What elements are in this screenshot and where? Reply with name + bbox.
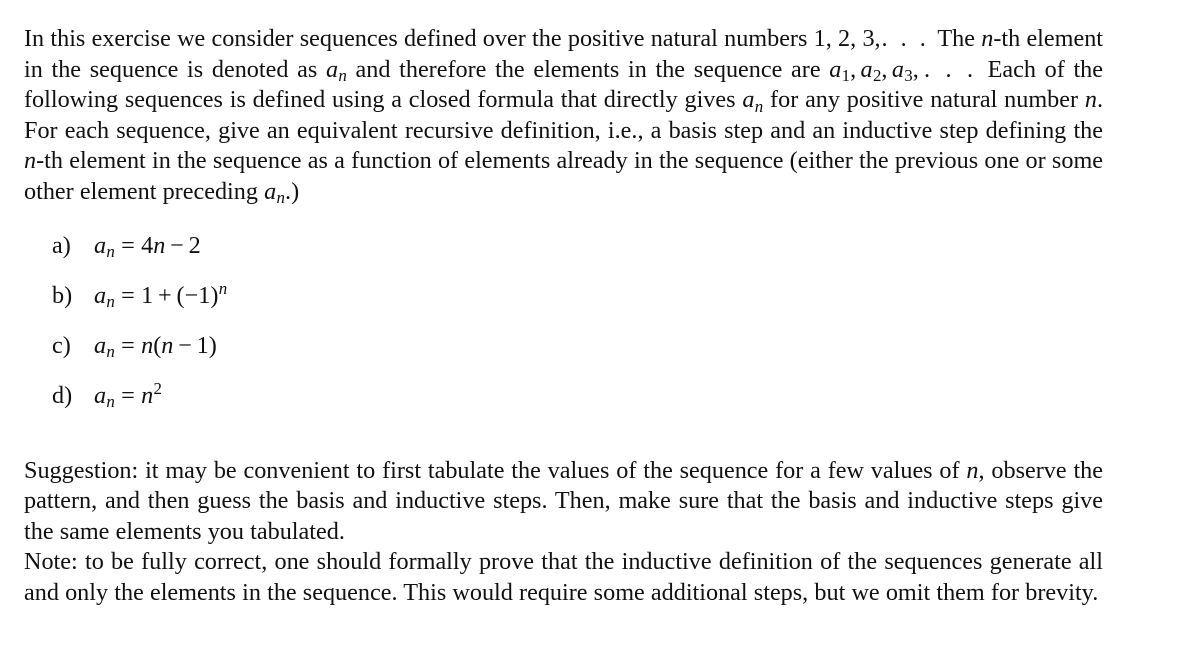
formula-d-lhs-sub: n: [106, 391, 115, 411]
comma-3: ,: [912, 55, 919, 83]
exercise-label-b: b): [52, 281, 73, 309]
formula-a-coefficient: 4: [141, 231, 154, 259]
formula-a-lhs-var: a: [94, 231, 107, 259]
intro-text-1: In this exercise we consider sequences d…: [24, 25, 814, 52]
suggestion-lead-text: Suggestion: it may be convenient to firs…: [24, 456, 967, 484]
exercise-item-a: a) an = 4n −2: [24, 231, 1103, 284]
formula-b-lhs-sub: n: [106, 291, 115, 311]
formula-c-lhs-sub: n: [106, 341, 115, 361]
exercise-label-c: c): [52, 331, 71, 359]
formula-b-exponent: n: [218, 278, 228, 298]
formula-d-lhs-var: a: [94, 381, 107, 409]
exercise-formula-b: an = 1 + (−1)n: [94, 280, 227, 311]
formula-c-close-paren: ): [208, 331, 217, 359]
subscript-n-1: n: [338, 65, 347, 85]
list-bottom-spacer: [24, 434, 1103, 456]
formula-b-open-paren: (: [176, 281, 185, 309]
formula-b-constant-one: 1: [141, 281, 154, 309]
formula-b-equals: =: [121, 281, 135, 309]
formula-c-inner-var: n: [161, 331, 174, 359]
subscript-1: 1: [841, 65, 851, 85]
variable-a-2: a: [829, 55, 842, 83]
natural-numbers-list: 1, 2, 3,: [813, 25, 881, 52]
variable-n-3: n: [24, 147, 37, 175]
formula-c-factor-var: n: [141, 331, 154, 359]
formula-b-minus: −: [184, 281, 199, 309]
exercise-item-c: c) an = n(n −1): [24, 331, 1103, 384]
comma-1: ,: [850, 55, 857, 83]
variable-n-2: n: [1084, 86, 1097, 114]
ellipsis-1: . . .: [881, 25, 930, 52]
variable-a-6: a: [264, 177, 277, 205]
intro-text-2: The: [931, 25, 982, 52]
formula-c-lhs-var: a: [94, 331, 107, 359]
exercise-label-d: d): [52, 381, 73, 409]
exercise-label-a: a): [52, 231, 71, 259]
intro-text-8: -th element in the sequence as a functio…: [24, 147, 1103, 205]
suggestion-variable-n: n: [966, 456, 979, 484]
formula-d-base-var: n: [141, 381, 154, 409]
ellipsis-2: . . .: [924, 55, 977, 83]
formula-b-close-paren: ): [210, 281, 219, 309]
formula-c-operator: −: [178, 331, 192, 359]
exercise-item-d: d) an = n2: [24, 380, 1103, 434]
formula-a-equals: =: [121, 231, 135, 259]
formula-d-exponent: 2: [153, 378, 162, 398]
formula-b-lhs-var: a: [94, 281, 107, 309]
exercise-item-b: b) an = 1 + (−1)n: [24, 280, 1103, 334]
variable-a-3: a: [860, 55, 873, 83]
formula-c-equals: =: [121, 331, 135, 359]
formula-d-equals: =: [121, 381, 135, 409]
formula-b-operator: +: [158, 281, 172, 309]
formula-a-operator: −: [170, 231, 184, 259]
note-paragraph: Note: to be fully correct, one should fo…: [24, 548, 1103, 606]
variable-a-1: a: [325, 55, 339, 83]
exercise-formula-a: an = 4n −2: [94, 231, 201, 261]
formula-c-constant: 1: [196, 331, 209, 359]
exercise-list: a) an = 4n −2 b) an = 1 + (−1)n c) an = n(n −1) d)…: [24, 231, 1103, 434]
comma-2: ,: [881, 55, 888, 83]
intro-text-9: .): [285, 177, 300, 205]
variable-a-4: a: [891, 55, 904, 83]
exercise-formula-c: an = n(n −1): [94, 331, 217, 361]
subscript-3: 3: [904, 65, 913, 85]
formula-a-constant: 2: [188, 231, 201, 259]
intro-text-4: and therefore the elements in the sequen…: [346, 55, 830, 83]
exercise-formula-d: an = n2: [94, 380, 162, 411]
intro-paragraph: In this exercise we consider sequences d…: [24, 24, 1103, 208]
subscript-n-2: n: [754, 96, 764, 116]
variable-a-5: a: [742, 86, 755, 114]
formula-a-lhs-sub: n: [106, 241, 115, 261]
intro-text-6: for any positive natural number: [763, 86, 1085, 114]
suggestion-paragraph: Suggestion: it may be convenient to firs…: [24, 456, 1103, 548]
document-page: In this exercise we consider sequences d…: [0, 0, 1200, 663]
variable-n-1: n: [981, 25, 994, 52]
formula-b-base: 1: [198, 281, 211, 309]
subscript-n-3: n: [276, 188, 286, 208]
formula-a-rhs-var: n: [153, 231, 166, 259]
